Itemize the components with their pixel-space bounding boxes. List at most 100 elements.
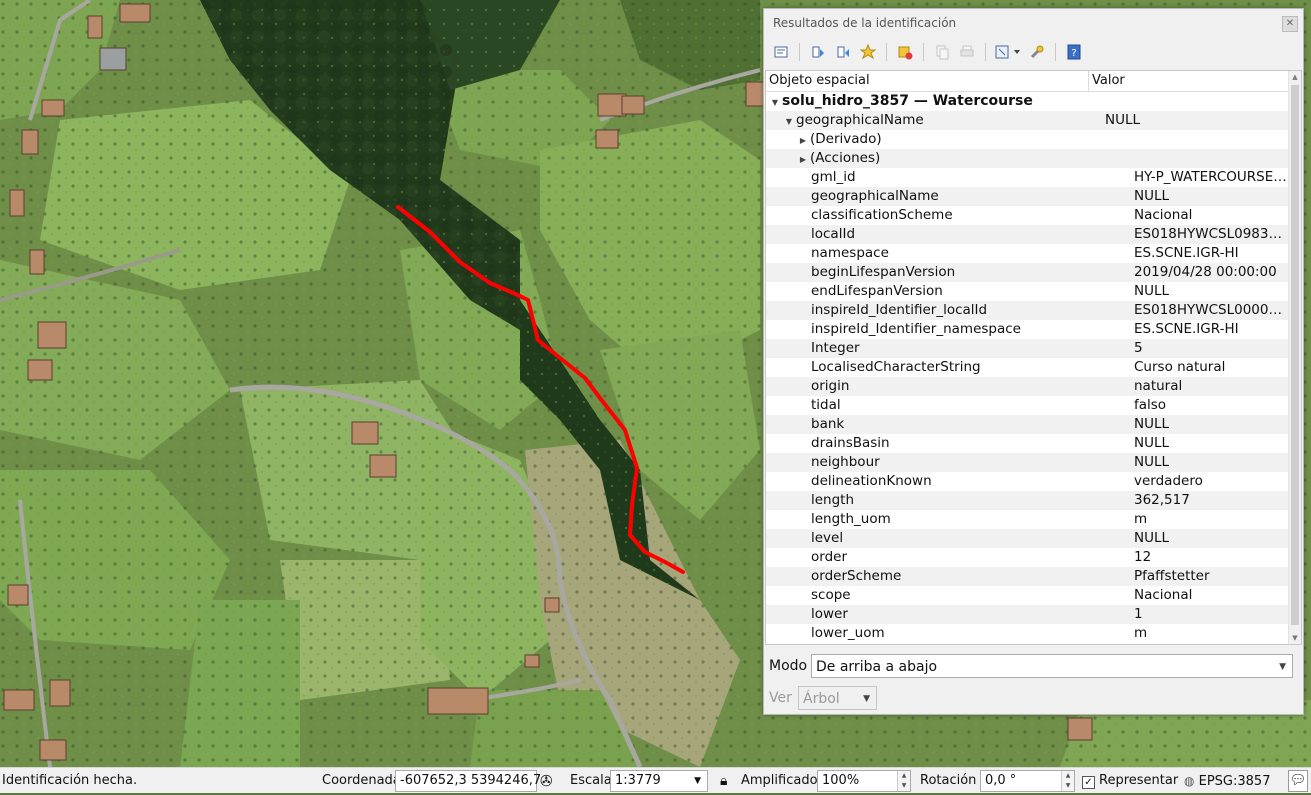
mode-select[interactable]: De arriba a abajo ▼	[811, 654, 1293, 678]
expand-tree-icon[interactable]	[770, 41, 792, 63]
panel-title: Resultados de la identificación	[773, 16, 957, 30]
expand-all-icon[interactable]	[807, 41, 829, 63]
attribute-name: neighbour	[811, 454, 880, 470]
attribute-row[interactable]: Integer 5	[766, 339, 1301, 358]
attribute-row[interactable]: classificationScheme Nacional	[766, 206, 1301, 225]
attribute-value: ES.SCNE.IGR-HI	[1134, 245, 1239, 261]
feature-row[interactable]: ▼ geographicalName NULL	[766, 111, 1301, 130]
view-select[interactable]: Árbol ▼	[798, 686, 877, 710]
expand-new-icon[interactable]	[857, 41, 879, 63]
column-feature[interactable]: Objeto espacial	[766, 71, 1089, 91]
help-icon[interactable]: ?	[1063, 41, 1085, 63]
attribute-row[interactable]: geographicalName NULL	[766, 187, 1301, 206]
attribute-name: level	[811, 530, 844, 546]
attribute-value: Nacional	[1134, 207, 1193, 223]
attribute-row[interactable]: delineationKnown verdadero	[766, 472, 1301, 491]
attribute-value: 5	[1134, 340, 1143, 356]
attribute-value: NULL	[1134, 188, 1170, 204]
attribute-row[interactable]: lower_uom m	[766, 624, 1301, 643]
crs-button[interactable]: ◍ EPSG:3857	[1184, 768, 1270, 794]
settings-icon[interactable]	[1026, 41, 1048, 63]
attribute-row[interactable]: scope Nacional	[766, 586, 1301, 605]
identify-toolbar: ?	[764, 37, 1303, 67]
attribute-row[interactable]: localId ES018HYWCSL0983320014...	[766, 225, 1301, 244]
attribute-name: gml_id	[811, 169, 856, 185]
column-value[interactable]: Valor	[1089, 71, 1301, 91]
toolbar-separator	[923, 43, 924, 61]
attribute-row[interactable]: namespace ES.SCNE.IGR-HI	[766, 244, 1301, 263]
attribute-row[interactable]: length_uom m	[766, 510, 1301, 529]
attribute-value: natural	[1134, 378, 1183, 394]
identify-results-panel: Resultados de la identificación ✕ ? Obje…	[763, 8, 1304, 715]
attribute-value: m	[1134, 511, 1148, 527]
attribute-row[interactable]: orderScheme Pfaffstetter	[766, 567, 1301, 586]
attribute-row[interactable]: drainsBasin NULL	[766, 434, 1301, 453]
clear-results-icon[interactable]	[894, 41, 916, 63]
attribute-row[interactable]: length 362,517	[766, 491, 1301, 510]
attribute-value: NULL	[1134, 530, 1170, 546]
close-icon[interactable]: ✕	[1282, 16, 1298, 32]
attribute-value: NULL	[1134, 283, 1170, 299]
lock-icon[interactable]: 🔒︎	[720, 768, 727, 794]
scrollbar-thumb[interactable]	[1291, 85, 1299, 625]
attribute-name: endLifespanVersion	[811, 283, 943, 299]
layer-row[interactable]: ▼ solu_hidro_3857 — Watercourse	[766, 92, 1301, 111]
expand-arrow-icon[interactable]: ▶	[796, 150, 810, 168]
view-row: Ver Árbol ▼	[769, 686, 877, 710]
attribute-value: Pfaffstetter	[1134, 568, 1210, 584]
collapse-all-icon[interactable]	[832, 41, 854, 63]
attribute-row[interactable]: beginLifespanVersion 2019/04/28 00:00:00	[766, 263, 1301, 282]
attribute-value: 12	[1134, 549, 1152, 565]
rotation-spinbox[interactable]: 0,0 ° ▲ ▼	[980, 770, 1075, 792]
copy-feature-icon[interactable]	[931, 41, 953, 63]
attribute-row[interactable]: gml_id HY-P_WATERCOURSE_ES0...	[766, 168, 1301, 187]
scroll-up-icon[interactable]: ▲	[1289, 71, 1301, 83]
scale-select[interactable]: 1:3779 ▼	[610, 770, 708, 792]
attribute-name: length	[811, 492, 855, 508]
messages-icon[interactable]: 💬︎	[1288, 770, 1308, 792]
attribute-value: Nacional	[1134, 587, 1193, 603]
select-features-icon[interactable]	[993, 41, 1023, 63]
chevron-down-icon: ▼	[1279, 662, 1286, 672]
attribute-value: ES018HYWCSL0000002627...	[1134, 302, 1301, 318]
spinner-arrows-icon[interactable]: ▲ ▼	[897, 771, 910, 791]
render-toggle[interactable]: ✓ Representar	[1082, 768, 1178, 794]
attribute-row[interactable]: origin natural	[766, 377, 1301, 396]
attribute-row[interactable]: level NULL	[766, 529, 1301, 548]
attribute-row[interactable]: order 12	[766, 548, 1301, 567]
tree-scrollbar[interactable]: ▲ ▼	[1288, 71, 1301, 644]
print-icon[interactable]	[956, 41, 978, 63]
scroll-down-icon[interactable]: ▼	[1289, 632, 1301, 644]
attribute-name: inspireId_Identifier_namespace	[811, 321, 1021, 337]
attribute-value: falso	[1134, 397, 1167, 413]
collapse-arrow-icon[interactable]: ▼	[782, 112, 796, 130]
expand-arrow-icon[interactable]: ▶	[796, 131, 810, 149]
attribute-row[interactable]: LocalisedCharacterString Curso natural	[766, 358, 1301, 377]
attribute-name: inspireId_Identifier_localId	[811, 302, 988, 318]
attribute-name: localId	[811, 226, 856, 242]
toolbar-separator	[985, 43, 986, 61]
coordinate-field[interactable]: -607652,3 5394246,7	[395, 770, 541, 792]
attribute-value: 2019/04/28 00:00:00	[1134, 264, 1277, 280]
magnifier-spinbox[interactable]: 100% ▲ ▼	[817, 770, 911, 792]
panel-titlebar[interactable]: Resultados de la identificación ✕	[764, 9, 1303, 37]
derived-row[interactable]: ▶ (Derivado)	[766, 130, 1301, 149]
tree-rows: ▼ solu_hidro_3857 — Watercourse ▼ geograph…	[766, 92, 1301, 643]
attribute-row[interactable]: inspireId_Identifier_namespace ES.SCNE.IG…	[766, 320, 1301, 339]
attribute-row[interactable]: inspireId_Identifier_localId ES018HYWCSL0…	[766, 301, 1301, 320]
results-tree[interactable]: Objeto espacial Valor ▼ solu_hidro_3857 —…	[765, 70, 1302, 645]
attribute-row[interactable]: neighbour NULL	[766, 453, 1301, 472]
attribute-row[interactable]: endLifespanVersion NULL	[766, 282, 1301, 301]
attribute-name: length_uom	[811, 511, 891, 527]
view-label: Ver	[769, 690, 792, 706]
mouse-coord-toggle-icon[interactable]: ✇	[540, 768, 553, 794]
spinner-arrows-icon[interactable]: ▲ ▼	[1061, 771, 1074, 791]
attribute-value: 362,517	[1134, 492, 1190, 508]
attribute-row[interactable]: lower 1	[766, 605, 1301, 624]
attribute-row[interactable]: bank NULL	[766, 415, 1301, 434]
attribute-row[interactable]: tidal falso	[766, 396, 1301, 415]
collapse-arrow-icon[interactable]: ▼	[768, 93, 782, 112]
checkbox-checked-icon[interactable]: ✓	[1082, 776, 1095, 789]
scale-label: Escala	[570, 773, 612, 788]
actions-row[interactable]: ▶ (Acciones)	[766, 149, 1301, 168]
